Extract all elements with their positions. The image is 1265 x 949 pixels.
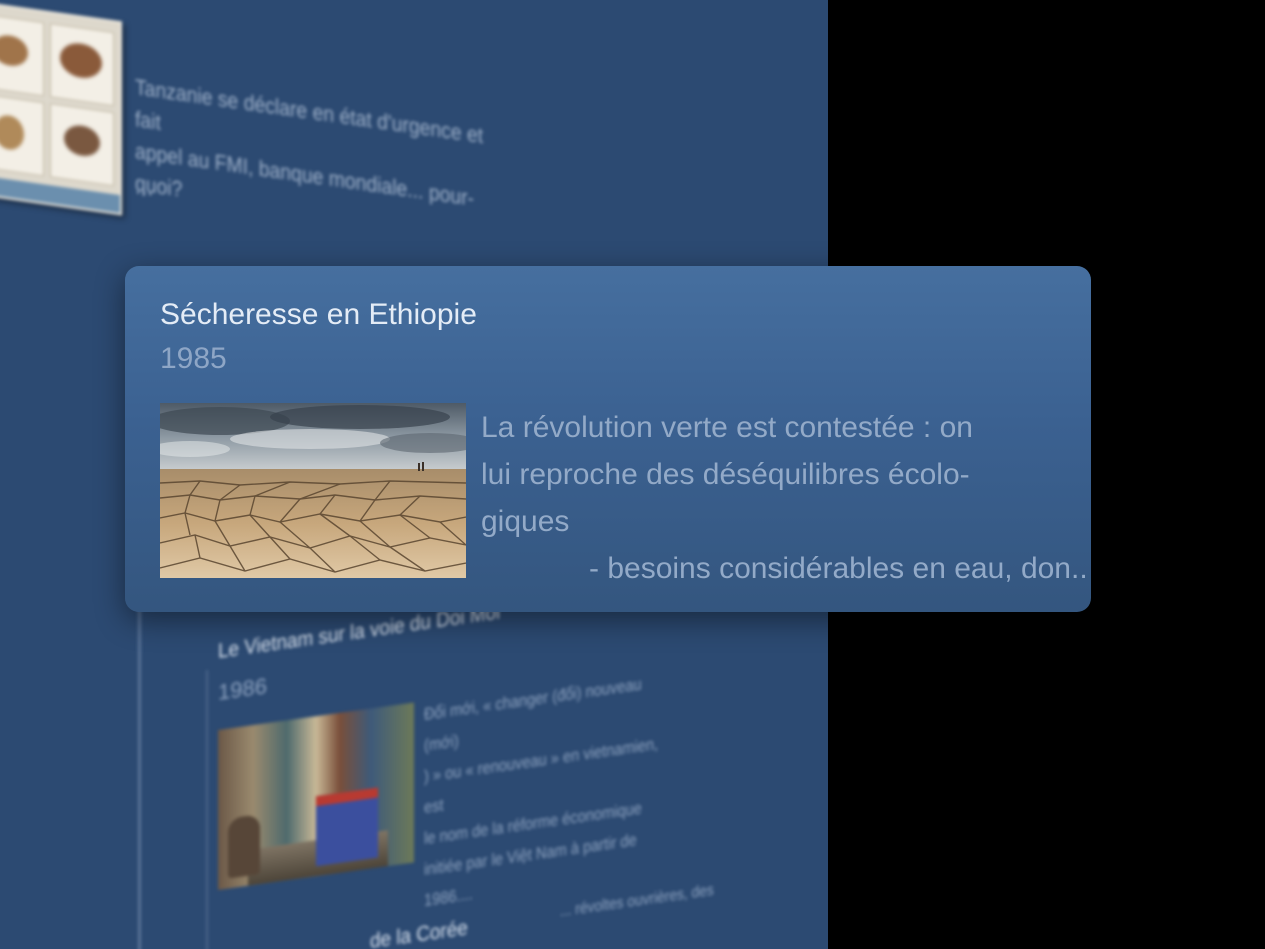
korea-title: de la Corée: [370, 916, 468, 949]
tanzania-ellipsis: ...: [135, 173, 154, 201]
screen: Tanzanie se déclare en état d'urgence et…: [0, 0, 1265, 949]
vietnam-year: 1986: [218, 673, 267, 705]
summary-line-4: - besoins considérables en eau, don..: [589, 552, 1088, 585]
event-summary: La révolution verte est contestée : on l…: [481, 404, 1088, 592]
focused-event-card[interactable]: Sécheresse en Ethiopie 1985 La révolutio…: [125, 266, 1091, 612]
summary-line-1: La révolution verte est contestée : on: [481, 411, 973, 444]
timeline-connector: [138, 600, 141, 949]
summary-line-2: lui reproche des déséquilibres écolo-: [481, 458, 970, 491]
summary-line-3: giques: [481, 505, 570, 538]
event-year: 1985: [160, 342, 227, 375]
vietnam-train-street-photo: [218, 702, 414, 890]
event-title: Sécheresse en Ethiopie: [160, 298, 477, 331]
tanzania-summary: Tanzanie se déclare en état d'urgence et…: [135, 71, 505, 251]
tanzania-thumbnail: [0, 0, 122, 216]
cracked-dry-earth-photo: [160, 403, 466, 578]
vietnam-summary: Đổi mới, « changer (đổi) nouveau (mới) )…: [424, 664, 673, 916]
timeline-connector-inner: [206, 670, 208, 949]
timeline-entry-vietnam[interactable]: Le Vietnam sur la voie du Doi Moi 1986 Đ…: [218, 567, 738, 920]
